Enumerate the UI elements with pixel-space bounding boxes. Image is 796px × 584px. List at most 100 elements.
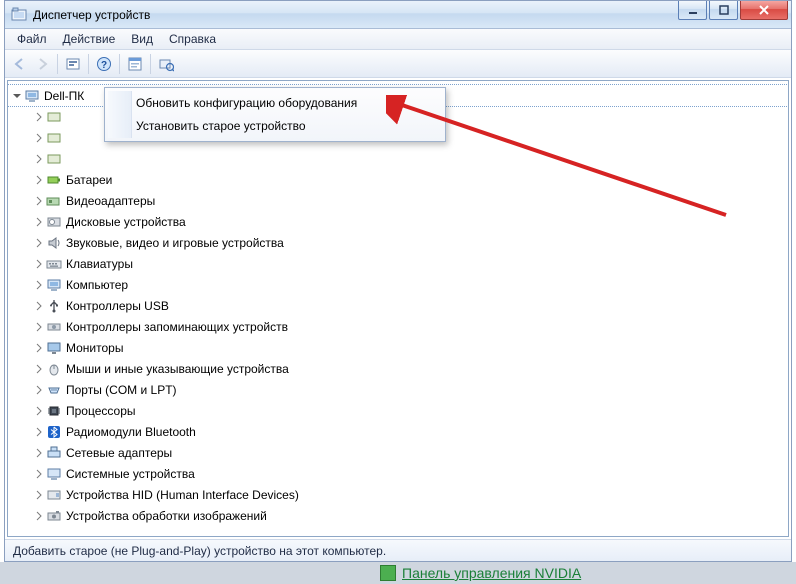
tree-node-display-adapters[interactable]: Видеоадаптеры bbox=[30, 190, 788, 211]
tree-node-monitors[interactable]: Мониторы bbox=[30, 337, 788, 358]
tree-node-label: Процессоры bbox=[66, 404, 136, 418]
expand-arrow-icon[interactable] bbox=[34, 301, 44, 311]
expand-arrow-icon[interactable] bbox=[34, 133, 44, 143]
expand-arrow-icon[interactable] bbox=[34, 511, 44, 521]
tree-node-label: Порты (COM и LPT) bbox=[66, 383, 177, 397]
cpu-icon bbox=[46, 403, 62, 419]
toolbar-separator bbox=[119, 54, 120, 74]
expand-arrow-icon[interactable] bbox=[34, 154, 44, 164]
tree-node-mice[interactable]: Мыши и иные указывающие устройства bbox=[30, 358, 788, 379]
tree-node-label: Устройства обработки изображений bbox=[66, 509, 267, 523]
expand-arrow-icon[interactable] bbox=[34, 217, 44, 227]
tree-node-disk-drives[interactable]: Дисковые устройства bbox=[30, 211, 788, 232]
expand-arrow-icon[interactable] bbox=[34, 469, 44, 479]
background-window-strip: Панель управления NVIDIA bbox=[0, 562, 796, 584]
toolbar-separator bbox=[88, 54, 89, 74]
maximize-button[interactable] bbox=[709, 1, 738, 20]
tree-node-label: Звуковые, видео и игровые устройства bbox=[66, 236, 284, 250]
scan-hardware-button[interactable] bbox=[155, 53, 177, 75]
tree-node-network[interactable]: Сетевые адаптеры bbox=[30, 442, 788, 463]
tree-panel: Dell-ПК obscured0 obscured1 bbox=[7, 80, 789, 537]
toolbar: ? bbox=[5, 50, 791, 78]
expand-arrow-icon[interactable] bbox=[34, 385, 44, 395]
menu-file[interactable]: Файл bbox=[9, 30, 55, 48]
tree-node-bluetooth[interactable]: Радиомодули Bluetooth bbox=[30, 421, 788, 442]
show-hidden-button[interactable] bbox=[62, 53, 84, 75]
tree-node[interactable]: obscured2 bbox=[30, 148, 788, 169]
tree-node-hid[interactable]: Устройства HID (Human Interface Devices) bbox=[30, 484, 788, 505]
expand-arrow-icon[interactable] bbox=[34, 175, 44, 185]
ctx-add-legacy-hardware[interactable]: Установить старое устройство bbox=[108, 115, 442, 137]
sound-icon bbox=[46, 235, 62, 251]
tree-node-label: Компьютер bbox=[66, 278, 128, 292]
ctx-item-label: Обновить конфигурацию оборудования bbox=[136, 96, 357, 110]
minimize-button[interactable] bbox=[678, 1, 707, 20]
app-icon bbox=[11, 7, 27, 23]
toolbar-separator bbox=[150, 54, 151, 74]
display-adapter-icon bbox=[46, 193, 62, 209]
device-icon bbox=[46, 151, 62, 167]
expand-arrow-icon[interactable] bbox=[34, 259, 44, 269]
computer-icon bbox=[46, 277, 62, 293]
expand-arrow-icon[interactable] bbox=[34, 448, 44, 458]
expand-arrow-icon[interactable] bbox=[34, 364, 44, 374]
toolbar-separator bbox=[57, 54, 58, 74]
tree-node-label: Устройства HID (Human Interface Devices) bbox=[66, 488, 299, 502]
expand-arrow-icon[interactable] bbox=[34, 112, 44, 122]
tree-node-computer[interactable]: Компьютер bbox=[30, 274, 788, 295]
battery-icon bbox=[46, 172, 62, 188]
bluetooth-icon bbox=[46, 424, 62, 440]
collapse-arrow-icon[interactable] bbox=[12, 91, 22, 101]
menubar: Файл Действие Вид Справка bbox=[5, 29, 791, 50]
tree-node-label: Системные устройства bbox=[66, 467, 195, 481]
menu-view[interactable]: Вид bbox=[123, 30, 161, 48]
ctx-item-label: Установить старое устройство bbox=[136, 119, 306, 133]
tree-node-label: Мониторы bbox=[66, 341, 123, 355]
tree-node-imaging[interactable]: Устройства обработки изображений bbox=[30, 505, 788, 526]
nvidia-panel-link[interactable]: Панель управления NVIDIA bbox=[380, 562, 581, 584]
mouse-icon bbox=[46, 361, 62, 377]
tree-node-keyboards[interactable]: Клавиатуры bbox=[30, 253, 788, 274]
tree-node-ports[interactable]: Порты (COM и LPT) bbox=[30, 379, 788, 400]
context-menu: Обновить конфигурацию оборудования Устан… bbox=[104, 87, 446, 142]
close-button[interactable] bbox=[740, 1, 788, 20]
tree-node-label: Контроллеры запоминающих устройств bbox=[66, 320, 288, 334]
back-button[interactable] bbox=[9, 53, 31, 75]
tree-node-label: Батареи bbox=[66, 173, 112, 187]
ctx-scan-hardware[interactable]: Обновить конфигурацию оборудования bbox=[108, 92, 442, 114]
network-icon bbox=[46, 445, 62, 461]
expand-arrow-icon[interactable] bbox=[34, 322, 44, 332]
expand-arrow-icon[interactable] bbox=[34, 238, 44, 248]
device-icon bbox=[46, 109, 62, 125]
titlebar[interactable]: Диспетчер устройств bbox=[5, 1, 791, 29]
tree-node-label: Мыши и иные указывающие устройства bbox=[66, 362, 289, 376]
nvidia-panel-label: Панель управления NVIDIA bbox=[402, 565, 581, 581]
computer-icon bbox=[24, 88, 40, 104]
port-icon bbox=[46, 382, 62, 398]
expand-arrow-icon[interactable] bbox=[34, 427, 44, 437]
expand-arrow-icon[interactable] bbox=[34, 406, 44, 416]
forward-button[interactable] bbox=[31, 53, 53, 75]
menu-help[interactable]: Справка bbox=[161, 30, 224, 48]
tree-node-batteries[interactable]: Батареи bbox=[30, 169, 788, 190]
menu-action[interactable]: Действие bbox=[55, 30, 124, 48]
nvidia-icon bbox=[380, 565, 396, 581]
tree-node-sound[interactable]: Звуковые, видео и игровые устройства bbox=[30, 232, 788, 253]
expand-arrow-icon[interactable] bbox=[34, 280, 44, 290]
expand-arrow-icon[interactable] bbox=[34, 343, 44, 353]
tree-node-usb[interactable]: Контроллеры USB bbox=[30, 295, 788, 316]
tree-node-system-devices[interactable]: Системные устройства bbox=[30, 463, 788, 484]
help-button[interactable]: ? bbox=[93, 53, 115, 75]
tree-node-storage-controllers[interactable]: Контроллеры запоминающих устройств bbox=[30, 316, 788, 337]
tree-node-label: Клавиатуры bbox=[66, 257, 133, 271]
expand-arrow-icon[interactable] bbox=[34, 196, 44, 206]
monitor-icon bbox=[46, 340, 62, 356]
tree-node-label: Радиомодули Bluetooth bbox=[66, 425, 196, 439]
expand-arrow-icon[interactable] bbox=[34, 490, 44, 500]
device-manager-window: Диспетчер устройств Файл Действие Вид Сп… bbox=[4, 0, 792, 562]
imaging-icon bbox=[46, 508, 62, 524]
tree-node-processors[interactable]: Процессоры bbox=[30, 400, 788, 421]
system-device-icon bbox=[46, 466, 62, 482]
properties-button[interactable] bbox=[124, 53, 146, 75]
tree-node-label: Сетевые адаптеры bbox=[66, 446, 172, 460]
